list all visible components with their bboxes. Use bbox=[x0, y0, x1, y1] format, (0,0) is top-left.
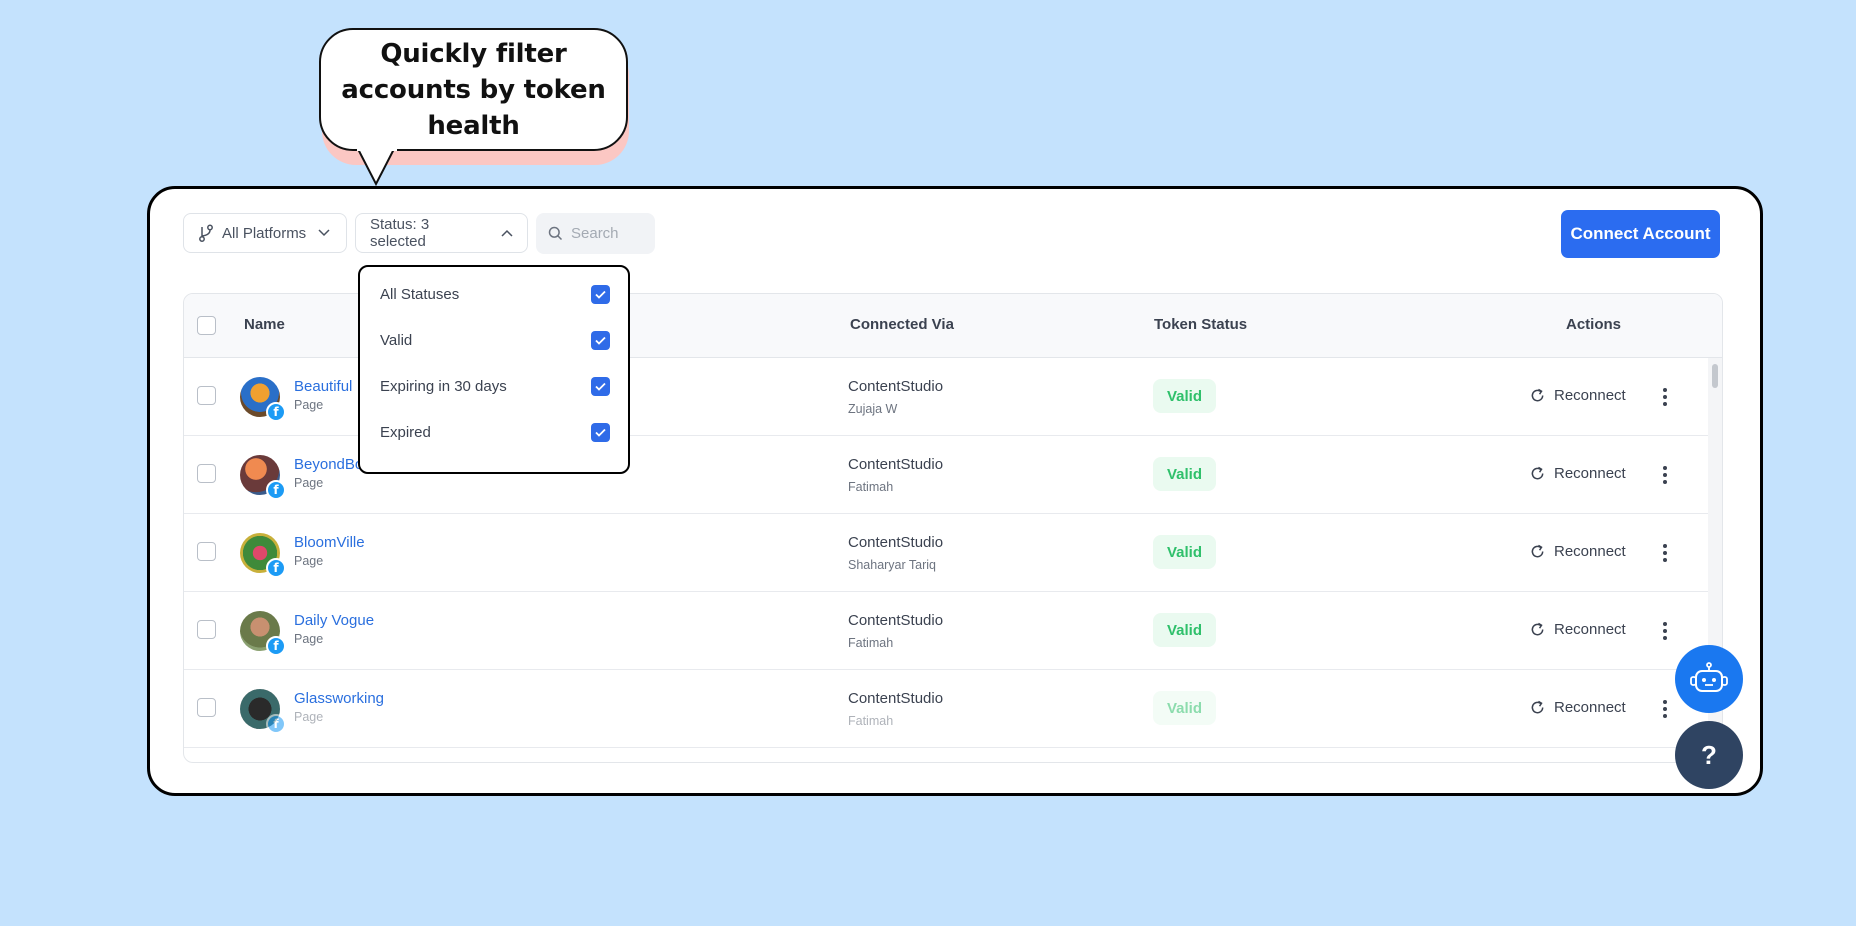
row-checkbox[interactable] bbox=[197, 386, 216, 405]
status-option-label: Expiring in 30 days bbox=[380, 377, 507, 395]
search-icon bbox=[548, 226, 563, 241]
status-filter-label: Status: 3 selected bbox=[370, 216, 430, 250]
refresh-icon bbox=[1531, 544, 1544, 558]
status-badge: Valid bbox=[1153, 457, 1216, 491]
status-option-checkbox[interactable] bbox=[591, 284, 610, 304]
account-type: Page bbox=[294, 398, 324, 412]
search-placeholder: Search bbox=[571, 225, 619, 242]
account-name[interactable]: Glassworking bbox=[294, 690, 384, 707]
reconnect-button[interactable]: Reconnect bbox=[1530, 465, 1626, 482]
status-option[interactable]: All Statuses bbox=[380, 282, 610, 306]
connected-via: ContentStudio bbox=[848, 378, 944, 395]
reconnect-button[interactable]: Reconnect bbox=[1530, 543, 1626, 560]
search-input[interactable]: Search bbox=[536, 213, 655, 254]
row-checkbox[interactable] bbox=[197, 620, 216, 639]
connected-via: ContentStudio bbox=[848, 534, 944, 551]
connected-via: ContentStudio bbox=[848, 612, 944, 629]
status-badge: Valid bbox=[1153, 535, 1216, 569]
account-type: Page bbox=[294, 632, 324, 646]
account-name[interactable]: BeyondBo bbox=[294, 456, 363, 473]
callout-tail bbox=[357, 148, 397, 187]
more-options-icon[interactable] bbox=[1660, 387, 1670, 407]
reconnect-button[interactable]: Reconnect bbox=[1530, 621, 1626, 638]
more-options-icon[interactable] bbox=[1660, 621, 1670, 641]
facebook-icon: f bbox=[266, 480, 286, 500]
account-type: Page bbox=[294, 476, 324, 490]
chevron-up-icon bbox=[501, 229, 513, 237]
check-icon bbox=[595, 428, 606, 437]
status-option-checkbox[interactable] bbox=[591, 330, 610, 350]
connect-account-button[interactable]: Connect Account bbox=[1561, 210, 1720, 258]
table-row: f Daily Vogue Page ContentStudio Fatimah Vali… bbox=[184, 592, 1722, 670]
select-all-checkbox[interactable] bbox=[197, 316, 216, 335]
status-option-checkbox[interactable] bbox=[591, 422, 610, 442]
status-dropdown-menu: All Statuses Valid Expiring in 30 days Expi… bbox=[358, 265, 630, 474]
status-badge: Valid bbox=[1153, 613, 1216, 647]
reconnect-label: Reconnect bbox=[1554, 465, 1626, 482]
platforms-filter-label: All Platforms bbox=[222, 224, 307, 242]
check-icon bbox=[595, 382, 606, 391]
connected-via: ContentStudio bbox=[848, 690, 944, 707]
row-checkbox[interactable] bbox=[197, 542, 216, 561]
header-token-status: Token Status bbox=[1154, 316, 1248, 333]
check-icon bbox=[595, 336, 606, 345]
status-option-label: Valid bbox=[380, 331, 413, 349]
status-option-label: Expired bbox=[380, 423, 431, 441]
refresh-icon bbox=[1531, 622, 1544, 636]
account-type: Page bbox=[294, 710, 324, 724]
header-connected-via: Connected Via bbox=[850, 316, 954, 333]
reconnect-button[interactable]: Reconnect bbox=[1530, 387, 1626, 404]
connected-via: ContentStudio bbox=[848, 456, 944, 473]
reconnect-label: Reconnect bbox=[1554, 699, 1626, 716]
header-actions: Actions bbox=[1566, 316, 1622, 333]
callout-bubble: Quickly filter accounts by token health bbox=[319, 28, 628, 151]
platforms-filter-button[interactable]: All Platforms bbox=[183, 213, 347, 253]
status-badge: Valid bbox=[1153, 379, 1216, 413]
row-checkbox[interactable] bbox=[197, 464, 216, 483]
callout-text: Quickly filter accounts by token health bbox=[341, 38, 606, 141]
facebook-icon: f bbox=[266, 714, 286, 734]
status-filter-button[interactable]: Status: 3 selected bbox=[355, 213, 528, 253]
table-row: f BloomVille Page ContentStudio Shaharyar Ta… bbox=[184, 514, 1722, 592]
status-option-label: All Statuses bbox=[380, 285, 460, 303]
scrollbar-thumb[interactable] bbox=[1712, 364, 1718, 388]
connected-user: Fatimah bbox=[848, 714, 894, 728]
refresh-icon bbox=[1531, 700, 1544, 714]
facebook-icon: f bbox=[266, 402, 286, 422]
reconnect-button[interactable]: Reconnect bbox=[1530, 699, 1626, 716]
status-option[interactable]: Expired bbox=[380, 420, 610, 444]
connected-user: Shaharyar Tariq bbox=[848, 558, 937, 572]
refresh-icon bbox=[1531, 388, 1544, 402]
reconnect-label: Reconnect bbox=[1554, 543, 1626, 560]
refresh-icon bbox=[1531, 466, 1544, 480]
facebook-icon: f bbox=[266, 558, 286, 578]
account-name[interactable]: BloomVille bbox=[294, 534, 365, 551]
robot-icon bbox=[1690, 662, 1728, 692]
status-option-checkbox[interactable] bbox=[591, 376, 610, 396]
help-button[interactable]: ? bbox=[1675, 721, 1743, 789]
header-name: Name bbox=[244, 316, 285, 333]
connected-user: Fatimah bbox=[848, 480, 894, 494]
connected-user: Fatimah bbox=[848, 636, 894, 650]
status-option[interactable]: Expiring in 30 days bbox=[380, 374, 610, 398]
reconnect-label: Reconnect bbox=[1554, 387, 1626, 404]
more-options-icon[interactable] bbox=[1660, 465, 1670, 485]
table-row: f Glassworking Page ContentStudio Fatimah Val… bbox=[184, 670, 1722, 748]
chevron-down-icon bbox=[318, 229, 330, 237]
row-checkbox[interactable] bbox=[197, 698, 216, 717]
more-options-icon[interactable] bbox=[1660, 543, 1670, 563]
account-type: Page bbox=[294, 554, 324, 568]
toolbar: All Platforms Status: 3 selected Search … bbox=[183, 210, 1720, 258]
facebook-icon: f bbox=[266, 636, 286, 656]
more-options-icon[interactable] bbox=[1660, 699, 1670, 719]
status-option[interactable]: Valid bbox=[380, 328, 610, 352]
reconnect-label: Reconnect bbox=[1554, 621, 1626, 638]
account-name[interactable]: Beautiful bbox=[294, 378, 352, 395]
assistant-bot-button[interactable] bbox=[1675, 645, 1743, 713]
branch-icon bbox=[199, 224, 213, 242]
status-badge: Valid bbox=[1153, 691, 1216, 725]
account-name[interactable]: Daily Vogue bbox=[294, 612, 374, 629]
check-icon bbox=[595, 290, 606, 299]
connected-user: Zujaja W bbox=[848, 402, 898, 416]
